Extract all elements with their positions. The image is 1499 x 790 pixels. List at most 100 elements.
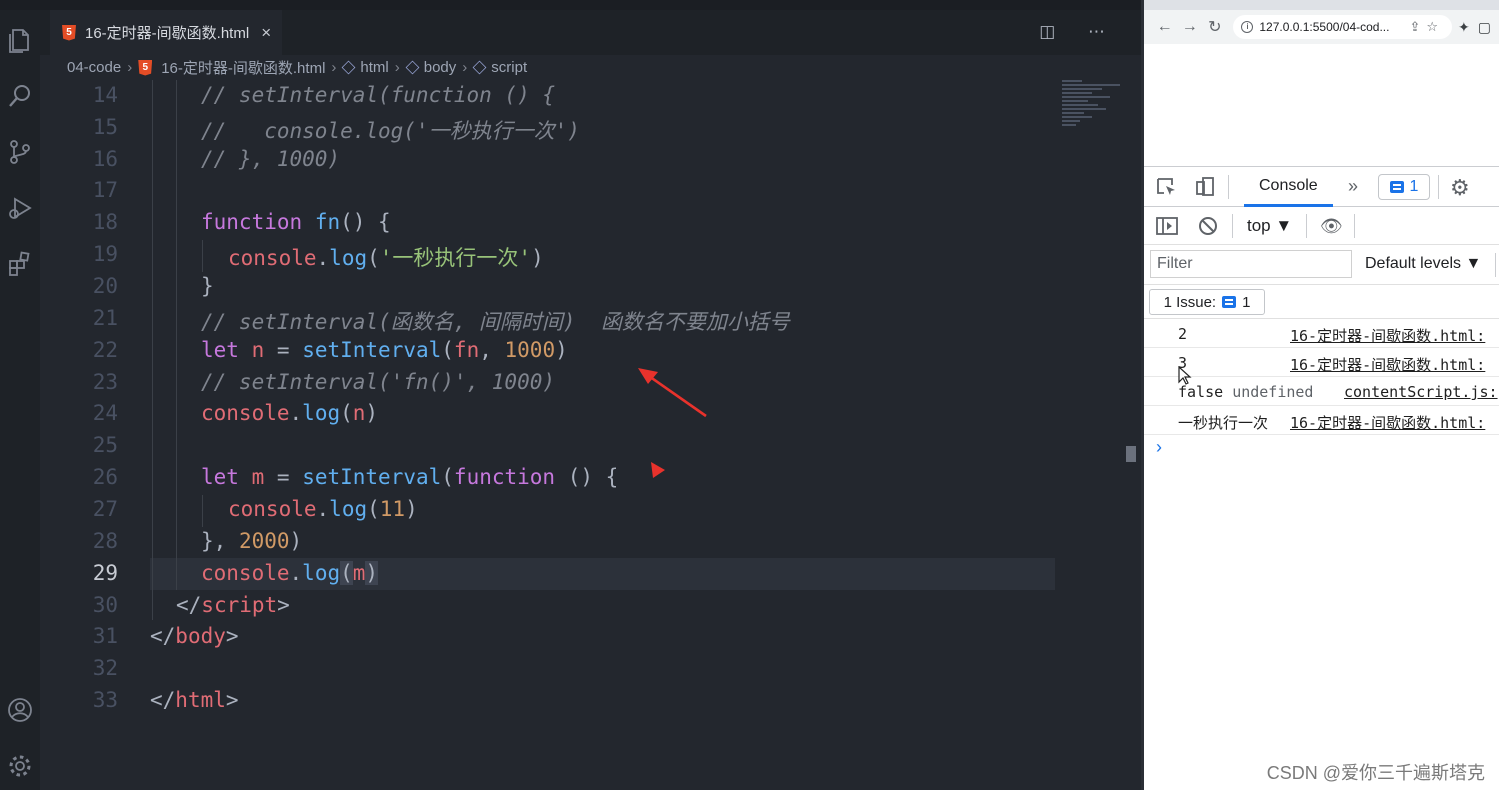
- code-line-24: console.log(n): [201, 401, 379, 425]
- log-source-link[interactable]: contentScript.js:: [1344, 383, 1498, 401]
- settings-gear-icon[interactable]: [6, 752, 34, 780]
- context-selector[interactable]: top ▼: [1247, 216, 1292, 236]
- html5-icon: 5: [138, 59, 153, 76]
- line-number: 26: [92, 465, 118, 489]
- code-line-15: // console.log('一秒执行一次'): [201, 119, 580, 143]
- code-line-19: console.log('一秒执行一次'): [228, 246, 544, 270]
- account-icon[interactable]: [6, 696, 34, 724]
- code-line-22: let n = setInterval(fn, 1000): [201, 338, 568, 362]
- reload-icon[interactable]: ↻: [1202, 17, 1227, 37]
- line-number: 15: [92, 115, 118, 139]
- tab-html-file[interactable]: 5 16-定时器-间歇函数.html ×: [50, 10, 282, 55]
- log-row: 一秒执行一次 16-定时器-间歇函数.html:: [1144, 406, 1499, 435]
- annotation-arrowhead-icon: [651, 462, 665, 478]
- browser-window: ← → ↻ i 127.0.0.1:5500/04-cod... ⇪☆ ✦▢ C…: [1141, 0, 1499, 790]
- source-control-icon[interactable]: [6, 138, 34, 166]
- breadcrumb: 04-code › 5 16-定时器-间歇函数.html › html › bo…: [40, 55, 1141, 80]
- message-icon: [1389, 181, 1404, 193]
- title-bar: [0, 0, 1141, 10]
- scrollbar-thumb[interactable]: [1126, 446, 1136, 462]
- inspect-element-icon[interactable]: [1156, 177, 1178, 197]
- line-number: 33: [92, 688, 118, 712]
- line-number: 30: [92, 593, 118, 617]
- line-number: 24: [92, 401, 118, 425]
- extensions-icon[interactable]: ✦▢: [1458, 19, 1499, 36]
- address-bar[interactable]: i 127.0.0.1:5500/04-cod... ⇪☆: [1233, 15, 1453, 39]
- line-number: 14: [92, 83, 118, 107]
- url-text: 127.0.0.1:5500/04-cod...: [1259, 20, 1390, 34]
- share-star-icons[interactable]: ⇪☆: [1409, 19, 1444, 35]
- clear-console-icon[interactable]: [1198, 216, 1218, 236]
- console-prompt[interactable]: ›: [1144, 435, 1499, 465]
- back-icon[interactable]: ←: [1152, 18, 1177, 36]
- indent-guide: [176, 80, 177, 590]
- log-source-link[interactable]: 16-定时器-间歇函数.html:: [1290, 412, 1485, 433]
- line-number: 28: [92, 529, 118, 553]
- code-line-20: }: [201, 274, 214, 298]
- editor-tab-bar: 5 16-定时器-间歇函数.html × ◫ ⋯: [40, 10, 1141, 55]
- devtools-tab-bar: Console » 1 ⚙: [1144, 167, 1499, 207]
- code-line-28: }, 2000): [201, 529, 303, 553]
- log-source-link[interactable]: 16-定时器-间歇函数.html:: [1290, 325, 1485, 346]
- sidebar-toggle-icon[interactable]: [1156, 217, 1178, 235]
- breadcrumb-html[interactable]: html: [360, 59, 388, 76]
- tab-label: 16-定时器-间歇函数.html: [85, 25, 250, 42]
- live-expression-eye-icon[interactable]: 👁: [1320, 216, 1343, 237]
- browser-toolbar: ← → ↻ i 127.0.0.1:5500/04-cod... ⇪☆ ✦▢: [1144, 10, 1499, 44]
- site-info-icon[interactable]: i: [1241, 21, 1254, 33]
- log-source-link[interactable]: 16-定时器-间歇函数.html:: [1290, 354, 1485, 375]
- indent-guide: [202, 240, 203, 272]
- code-line-29: console.log(m): [201, 561, 379, 585]
- code-line-14: // setInterval(function () {: [201, 83, 556, 107]
- page-viewport: [1144, 44, 1499, 166]
- line-number: 25: [92, 433, 118, 457]
- indent-guide: [152, 80, 153, 620]
- line-number-active: 29: [92, 561, 118, 585]
- line-number: 31: [92, 624, 118, 648]
- line-number: 22: [92, 338, 118, 362]
- line-number: 23: [92, 370, 118, 394]
- line-number: 16: [92, 147, 118, 171]
- activity-bar: [0, 10, 40, 790]
- devtools-panel: Console » 1 ⚙ top ▼ 👁 Filter Default lev…: [1144, 166, 1499, 790]
- run-debug-icon[interactable]: [6, 194, 34, 222]
- device-toggle-icon[interactable]: [1194, 177, 1216, 197]
- code-line-18: function fn() {: [201, 210, 391, 234]
- html5-icon: 5: [62, 24, 76, 41]
- watermark: CSDN @爱你三千遍斯塔克: [1266, 763, 1485, 783]
- breadcrumb-script[interactable]: script: [491, 59, 527, 76]
- log-levels-dropdown[interactable]: Default levels ▼: [1365, 255, 1481, 273]
- issues-count: 1: [1409, 178, 1419, 195]
- code-line-23: // setInterval('fn()', 1000): [201, 370, 556, 394]
- devtools-settings-icon[interactable]: ⚙: [1450, 175, 1470, 201]
- breadcrumb-folder[interactable]: 04-code: [67, 59, 121, 76]
- issues-button[interactable]: 1 Issue: 1: [1149, 289, 1265, 315]
- line-number: 27: [92, 497, 118, 521]
- breadcrumb-file[interactable]: 16-定时器-间歇函数.html: [161, 57, 325, 78]
- log-row: 2 16-定时器-间歇函数.html:: [1144, 319, 1499, 348]
- code-line-33: </html>: [150, 688, 239, 712]
- code-editor[interactable]: 14 15 16 17 18 19 20 21 22 23 24 25 26 2…: [40, 80, 1141, 790]
- line-number: 19: [92, 242, 118, 266]
- issues-badge[interactable]: 1: [1378, 174, 1430, 200]
- line-number: 17: [92, 178, 118, 202]
- filter-input[interactable]: Filter: [1150, 250, 1352, 278]
- explorer-icon[interactable]: [6, 26, 34, 54]
- code-line-27: console.log(11): [228, 497, 418, 521]
- indent-guide: [202, 495, 203, 527]
- code-line-31: </body>: [150, 624, 239, 648]
- code-line-21: // setInterval(函数名, 间隔时间) 函数名不要加小括号: [201, 310, 790, 334]
- close-icon[interactable]: ×: [261, 23, 271, 43]
- code-line-26: let m = setInterval(function () {: [201, 465, 619, 489]
- minimap[interactable]: [1062, 80, 1124, 140]
- line-number: 32: [92, 656, 118, 680]
- forward-icon[interactable]: →: [1177, 18, 1202, 36]
- log-row: 3 16-定时器-间歇函数.html:: [1144, 348, 1499, 377]
- editor-actions[interactable]: ◫ ⋯: [1039, 22, 1119, 42]
- tab-console[interactable]: Console: [1244, 167, 1333, 207]
- extensions-icon[interactable]: [6, 250, 34, 278]
- vscode-window: 5 16-定时器-间歇函数.html × ◫ ⋯ 04-code › 5 16-…: [0, 0, 1141, 790]
- more-tabs-icon[interactable]: »: [1348, 176, 1358, 197]
- search-icon[interactable]: [6, 82, 34, 110]
- breadcrumb-body[interactable]: body: [424, 59, 457, 76]
